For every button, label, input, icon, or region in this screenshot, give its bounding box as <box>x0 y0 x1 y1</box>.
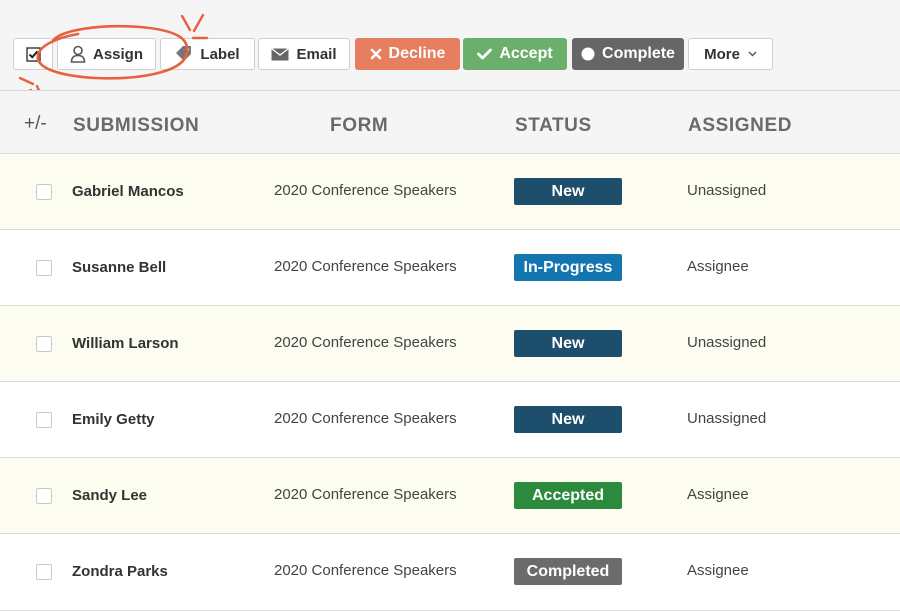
more-button[interactable]: More <box>688 38 773 70</box>
status-badge: In-Progress <box>514 254 622 281</box>
toolbar: Assign Label Email Decline Accept Comple… <box>0 0 900 90</box>
email-label: Email <box>296 45 337 63</box>
status-badge: Accepted <box>514 482 622 509</box>
submission-name[interactable]: Susanne Bell <box>72 259 166 276</box>
status-badge: Completed <box>514 558 622 585</box>
chevron-down-icon <box>748 48 757 60</box>
table-row[interactable]: Sandy Lee 2020 Conference Speakers Accep… <box>0 458 900 534</box>
checkmark-icon <box>477 48 493 60</box>
form-name: 2020 Conference Speakers <box>274 182 457 199</box>
table-row[interactable]: Gabriel Mancos 2020 Conference Speakers … <box>0 154 900 230</box>
envelope-icon <box>271 47 290 61</box>
row-checkbox[interactable] <box>36 336 52 352</box>
form-name: 2020 Conference Speakers <box>274 410 457 427</box>
table-row[interactable]: Susanne Bell 2020 Conference Speakers In… <box>0 230 900 306</box>
select-all-button[interactable] <box>13 38 53 70</box>
submission-name[interactable]: William Larson <box>72 335 179 352</box>
complete-button[interactable]: Complete <box>572 38 684 70</box>
checkbox-checked-icon <box>25 46 41 62</box>
expand-toggle[interactable]: +/- <box>24 113 47 135</box>
accept-label: Accept <box>499 45 553 62</box>
status-badge: New <box>514 178 622 205</box>
user-icon <box>70 45 86 63</box>
label-button[interactable]: Label <box>160 38 255 70</box>
assigned-value: Assignee <box>687 258 749 275</box>
column-header-form[interactable]: FORM <box>330 115 388 137</box>
status-badge: New <box>514 330 622 357</box>
row-checkbox[interactable] <box>36 412 52 428</box>
row-checkbox[interactable] <box>36 488 52 504</box>
column-header-status[interactable]: STATUS <box>515 115 592 137</box>
decline-label: Decline <box>388 45 446 62</box>
status-badge: New <box>514 406 622 433</box>
table-row[interactable]: Zondra Parks 2020 Conference Speakers Co… <box>0 534 900 611</box>
assigned-value: Unassigned <box>687 410 767 427</box>
circle-icon <box>581 47 595 61</box>
row-checkbox[interactable] <box>36 184 52 200</box>
accept-button[interactable]: Accept <box>463 38 567 70</box>
submission-name[interactable]: Sandy Lee <box>72 487 147 504</box>
more-label: More <box>704 45 740 63</box>
assigned-value: Assignee <box>687 562 749 579</box>
submission-name[interactable]: Zondra Parks <box>72 563 168 580</box>
column-header-submission[interactable]: SUBMISSION <box>73 115 199 137</box>
row-checkbox[interactable] <box>36 260 52 276</box>
complete-label: Complete <box>602 45 675 62</box>
column-header-assigned[interactable]: ASSIGNED <box>688 115 792 137</box>
submission-name[interactable]: Emily Getty <box>72 411 155 428</box>
row-checkbox[interactable] <box>36 564 52 580</box>
form-name: 2020 Conference Speakers <box>274 334 457 351</box>
assigned-value: Unassigned <box>687 334 767 351</box>
email-button[interactable]: Email <box>258 38 350 70</box>
form-name: 2020 Conference Speakers <box>274 486 457 503</box>
x-icon <box>370 48 382 60</box>
submission-name[interactable]: Gabriel Mancos <box>72 183 184 200</box>
assign-label: Assign <box>92 45 143 63</box>
assign-button[interactable]: Assign <box>57 38 156 70</box>
table-row[interactable]: Emily Getty 2020 Conference Speakers New… <box>0 382 900 458</box>
tag-icon <box>175 45 193 63</box>
form-name: 2020 Conference Speakers <box>274 258 457 275</box>
table-row[interactable]: William Larson 2020 Conference Speakers … <box>0 306 900 382</box>
form-name: 2020 Conference Speakers <box>274 562 457 579</box>
table-header: +/- SUBMISSION FORM STATUS ASSIGNED <box>0 90 900 154</box>
decline-button[interactable]: Decline <box>355 38 460 70</box>
label-label: Label <box>200 45 240 63</box>
assigned-value: Assignee <box>687 486 749 503</box>
assigned-value: Unassigned <box>687 182 767 199</box>
